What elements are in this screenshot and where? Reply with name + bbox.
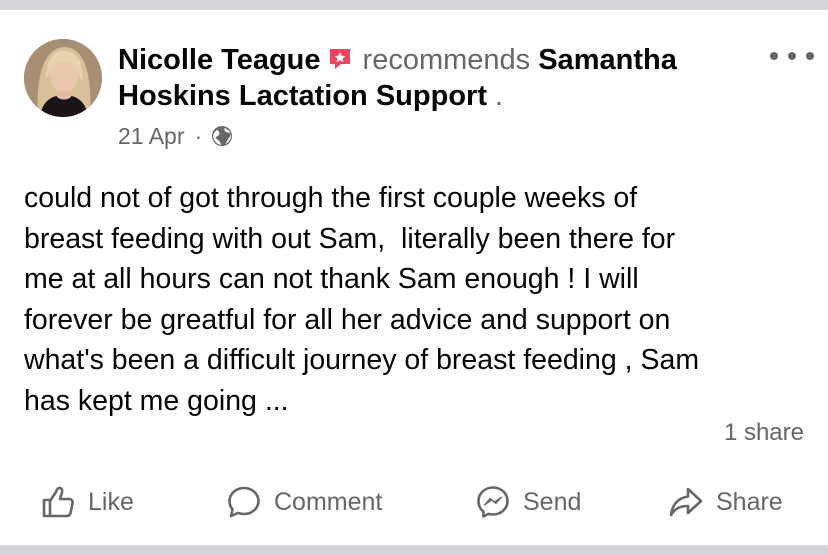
- send-button[interactable]: Send: [475, 478, 581, 526]
- meta-separator: ·: [194, 123, 203, 149]
- more-options-icon: [770, 52, 778, 60]
- more-options-button[interactable]: [770, 46, 814, 66]
- comment-button[interactable]: Comment: [226, 478, 382, 526]
- avatar[interactable]: [24, 39, 102, 117]
- share-button[interactable]: Share: [668, 478, 783, 526]
- post-meta: 21 Apr ·: [118, 122, 233, 150]
- messenger-icon: [477, 486, 509, 518]
- post-card: Nicolle Teague recommends Samantha Hoski…: [0, 10, 828, 545]
- send-label: Send: [523, 487, 582, 516]
- like-button[interactable]: Like: [40, 478, 134, 526]
- share-arrow-icon: [669, 487, 703, 517]
- author-name[interactable]: Nicolle Teague: [118, 44, 321, 76]
- post-header: Nicolle Teague recommends Samantha Hoski…: [118, 42, 758, 114]
- like-label: Like: [88, 487, 134, 516]
- avatar-image: [24, 39, 102, 117]
- post-date[interactable]: 21 Apr: [118, 122, 185, 150]
- share-count[interactable]: 1 share: [724, 419, 804, 447]
- share-label: Share: [716, 487, 783, 516]
- comment-bubble-icon: [228, 486, 260, 518]
- recommendation-badge-icon: [327, 45, 353, 71]
- page-suffix: .: [486, 80, 504, 112]
- globe-icon: [211, 125, 233, 147]
- post-body-text: could not of got through the first coupl…: [24, 182, 700, 417]
- comment-label: Comment: [274, 487, 383, 516]
- action-bar: Like Comment Send Share: [0, 478, 828, 526]
- recommendation-verb: recommends: [362, 44, 531, 76]
- thumbs-up-icon: [42, 486, 74, 518]
